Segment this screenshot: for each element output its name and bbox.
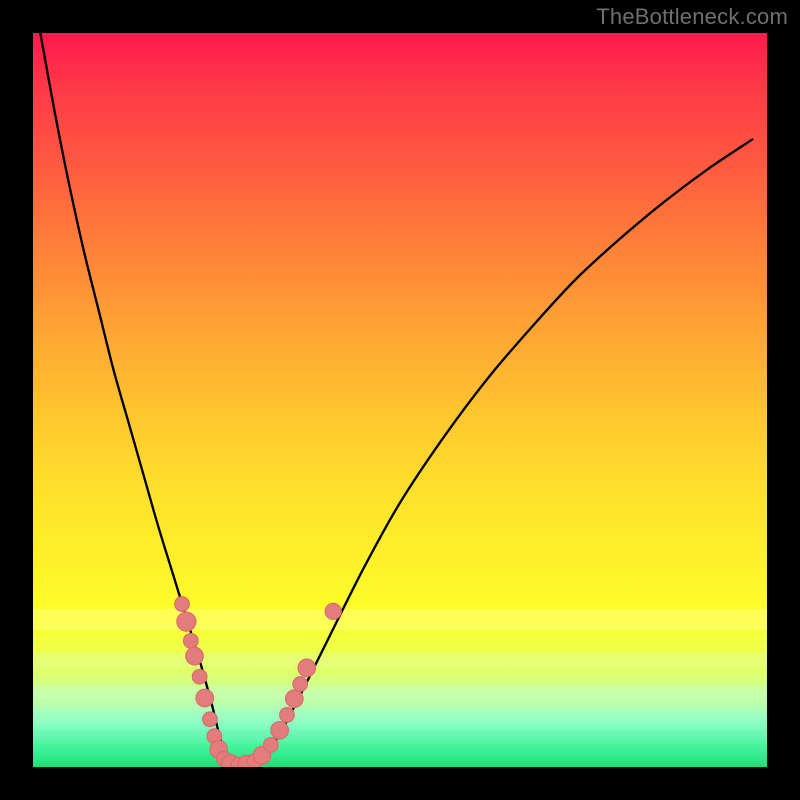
- plot-area: [33, 33, 767, 767]
- chart-frame: TheBottleneck.com: [0, 0, 800, 800]
- data-dot: [293, 677, 308, 692]
- data-dot: [186, 647, 204, 665]
- data-dot: [280, 708, 295, 723]
- data-dot: [177, 612, 196, 631]
- data-dot: [196, 689, 214, 707]
- watermark-text: TheBottleneck.com: [596, 4, 788, 30]
- data-dot: [175, 597, 190, 612]
- chart-svg: [33, 33, 767, 767]
- bottleneck-curve: [40, 33, 752, 765]
- data-dot: [192, 669, 207, 684]
- data-dots: [175, 597, 342, 767]
- data-dot: [183, 633, 198, 648]
- data-dot: [203, 712, 218, 727]
- data-dot: [298, 659, 316, 677]
- data-dot: [271, 721, 289, 739]
- data-dot: [263, 738, 278, 753]
- data-dot: [285, 690, 303, 708]
- data-dot: [325, 603, 341, 619]
